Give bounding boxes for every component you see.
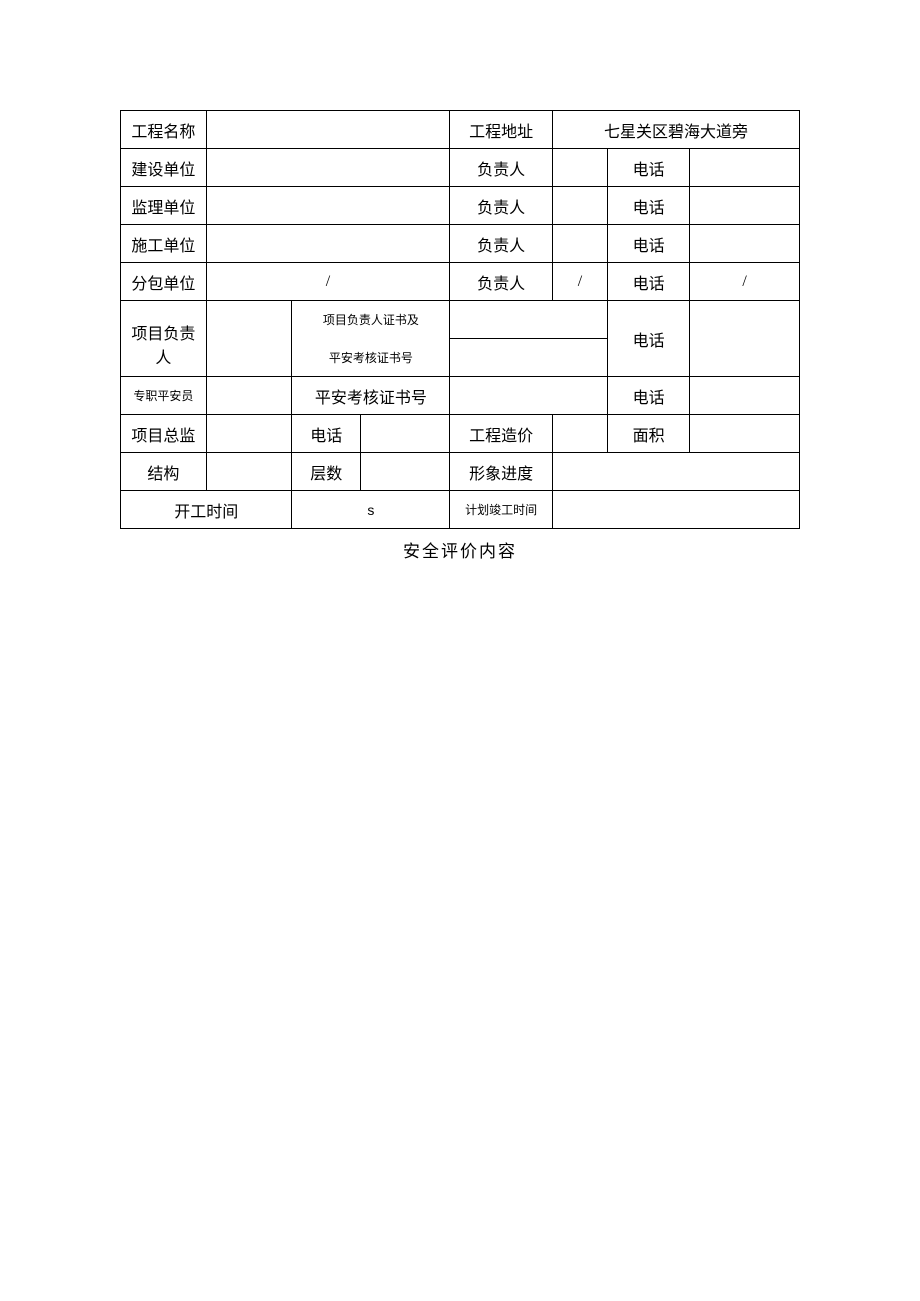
label-project-leader: 项目负责人: [121, 301, 207, 377]
value-supervision-unit: [206, 187, 449, 225]
value-phone-3: [690, 225, 800, 263]
value-project-name: [206, 111, 449, 149]
caption-safety-evaluation: 安全评价内容: [120, 537, 800, 562]
label-leader-cert-a: 项目负责人证书及: [292, 301, 450, 339]
label-planned-end: 计划竣工时间: [450, 491, 553, 529]
row-project-name: 工程名称 工程地址 七星关区碧海大道旁: [121, 111, 800, 149]
value-area: [690, 415, 800, 453]
label-safety-officer: 专职平安员: [121, 377, 207, 415]
label-responsible-2: 负责人: [450, 187, 553, 225]
row-project-leader-a: 项目负责人 项目负责人证书及 电话: [121, 301, 800, 339]
label-phone-7: 电话: [292, 415, 361, 453]
value-project-leader: [206, 301, 292, 377]
label-responsible-3: 负责人: [450, 225, 553, 263]
row-supervision-unit: 监理单位 负责人 电话: [121, 187, 800, 225]
value-builder-unit: [206, 225, 449, 263]
label-start-time: 开工时间: [121, 491, 292, 529]
label-floors: 层数: [292, 453, 361, 491]
label-responsible-4: 负责人: [450, 263, 553, 301]
value-subcontract-unit: /: [206, 263, 449, 301]
value-safety-officer: [206, 377, 292, 415]
label-supervision-unit: 监理单位: [121, 187, 207, 225]
value-construction-unit: [206, 149, 449, 187]
value-floors: [361, 453, 450, 491]
label-phone-2: 电话: [607, 187, 689, 225]
label-construction-unit: 建设单位: [121, 149, 207, 187]
value-project-address: 七星关区碧海大道旁: [553, 111, 800, 149]
value-progress: [553, 453, 800, 491]
value-phone-7: [361, 415, 450, 453]
label-leader-cert-b: 平安考核证书号: [292, 339, 450, 377]
label-area: 面积: [607, 415, 689, 453]
value-cost: [553, 415, 608, 453]
label-phone-4: 电话: [607, 263, 689, 301]
label-subcontract-unit: 分包单位: [121, 263, 207, 301]
label-phone-5: 电话: [607, 301, 689, 377]
label-phone-1: 电话: [607, 149, 689, 187]
row-structure: 结构 层数 形象进度: [121, 453, 800, 491]
value-planned-end: [553, 491, 800, 529]
row-start-time: 开工时间 s 计划竣工时间: [121, 491, 800, 529]
label-cost: 工程造价: [450, 415, 553, 453]
value-start-time: s: [292, 491, 450, 529]
value-phone-5: [690, 301, 800, 377]
row-safety-officer: 专职平安员 平安考核证书号 电话: [121, 377, 800, 415]
label-project-name: 工程名称: [121, 111, 207, 149]
label-project-address: 工程地址: [450, 111, 553, 149]
value-structure: [206, 453, 292, 491]
label-phone-6: 电话: [607, 377, 689, 415]
value-responsible-2: [553, 187, 608, 225]
value-leader-cert-a: [450, 301, 608, 339]
project-info-table: 工程名称 工程地址 七星关区碧海大道旁 建设单位 负责人 电话 监理单位 负责人…: [120, 110, 800, 529]
value-phone-6: [690, 377, 800, 415]
value-phone-2: [690, 187, 800, 225]
value-responsible-4: /: [553, 263, 608, 301]
label-phone-3: 电话: [607, 225, 689, 263]
label-safety-cert: 平安考核证书号: [292, 377, 450, 415]
label-progress: 形象进度: [450, 453, 553, 491]
value-safety-cert: [450, 377, 608, 415]
label-responsible-1: 负责人: [450, 149, 553, 187]
label-chief-supervisor: 项目总监: [121, 415, 207, 453]
row-construction-unit: 建设单位 负责人 电话: [121, 149, 800, 187]
label-builder-unit: 施工单位: [121, 225, 207, 263]
value-responsible-3: [553, 225, 608, 263]
value-responsible-1: [553, 149, 608, 187]
value-phone-1: [690, 149, 800, 187]
row-subcontract-unit: 分包单位 / 负责人 / 电话 /: [121, 263, 800, 301]
value-leader-cert-b: [450, 339, 608, 377]
value-phone-4: /: [690, 263, 800, 301]
value-chief-supervisor: [206, 415, 292, 453]
row-chief-supervisor: 项目总监 电话 工程造价 面积: [121, 415, 800, 453]
label-structure: 结构: [121, 453, 207, 491]
row-builder-unit: 施工单位 负责人 电话: [121, 225, 800, 263]
